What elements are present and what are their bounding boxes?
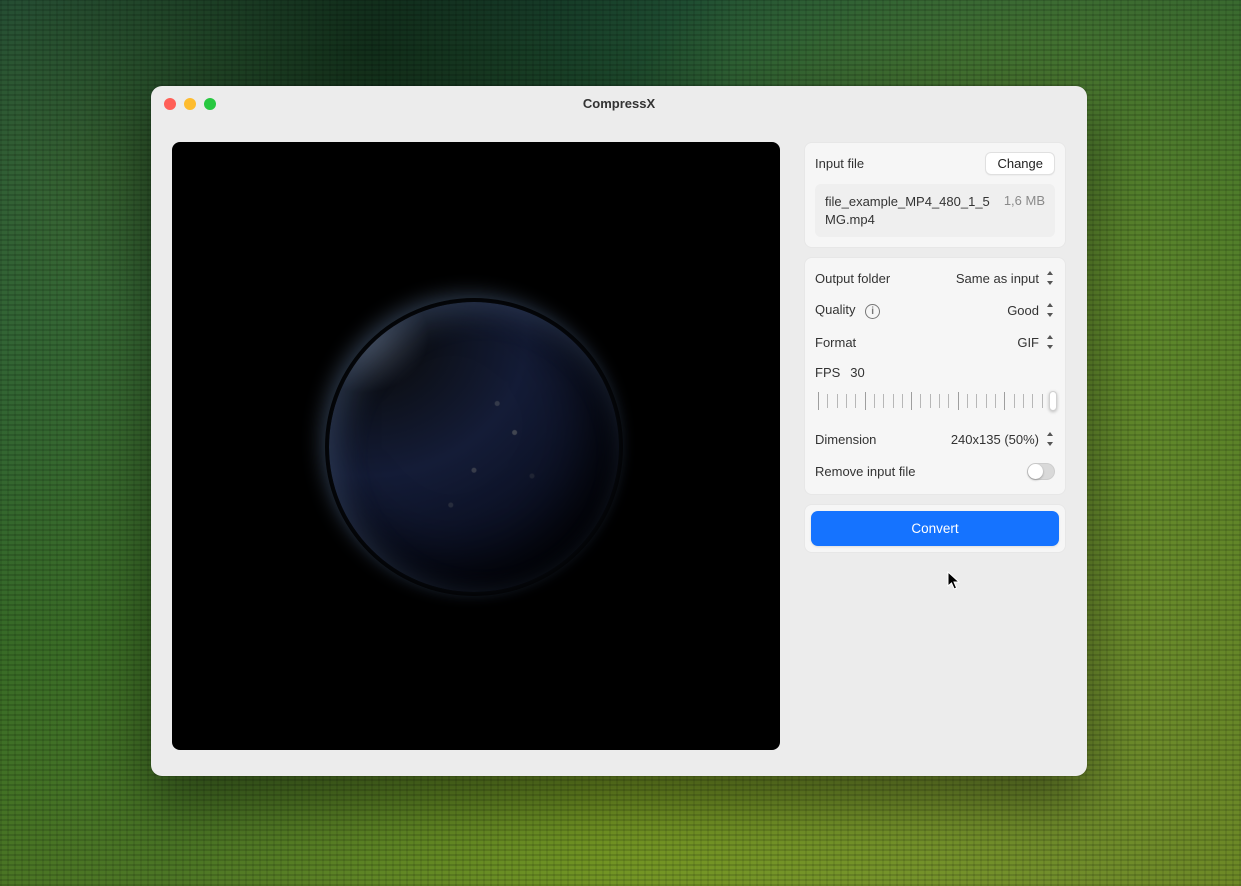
updown-icon <box>1045 335 1055 349</box>
input-file-name: file_example_MP4_480_1_5MG.mp4 <box>825 193 994 228</box>
app-window: CompressX Input file Change file_example… <box>151 86 1087 776</box>
video-preview[interactable] <box>172 142 780 750</box>
output-folder-value: Same as input <box>956 271 1039 286</box>
change-file-button[interactable]: Change <box>985 152 1055 175</box>
format-label: Format <box>815 335 856 350</box>
dimension-label: Dimension <box>815 432 876 447</box>
settings-sidebar: Input file Change file_example_MP4_480_1… <box>804 142 1066 755</box>
remove-input-toggle[interactable] <box>1027 463 1055 480</box>
input-file-size: 1,6 MB <box>1004 193 1045 208</box>
quality-select[interactable]: Good <box>1007 303 1055 318</box>
dimension-select[interactable]: 240x135 (50%) <box>951 432 1055 447</box>
fps-value: 30 <box>850 365 864 380</box>
format-select[interactable]: GIF <box>1017 335 1055 350</box>
input-file-panel: Input file Change file_example_MP4_480_1… <box>804 142 1066 248</box>
preview-image-earth <box>329 302 619 592</box>
convert-panel: Convert <box>804 504 1066 553</box>
window-content: Input file Change file_example_MP4_480_1… <box>151 121 1087 776</box>
updown-icon <box>1045 432 1055 446</box>
input-file-info: file_example_MP4_480_1_5MG.mp4 1,6 MB <box>815 184 1055 237</box>
remove-input-label: Remove input file <box>815 464 915 479</box>
convert-button[interactable]: Convert <box>811 511 1059 546</box>
toggle-knob <box>1028 464 1043 479</box>
input-file-label: Input file <box>815 156 864 171</box>
minimize-window-button[interactable] <box>184 98 196 110</box>
updown-icon <box>1045 271 1055 285</box>
info-icon[interactable]: i <box>865 304 880 319</box>
output-folder-label: Output folder <box>815 271 890 286</box>
output-folder-select[interactable]: Same as input <box>956 271 1055 286</box>
updown-icon <box>1045 303 1055 317</box>
fps-slider[interactable] <box>815 390 1055 412</box>
window-title: CompressX <box>151 96 1087 111</box>
quality-value: Good <box>1007 303 1039 318</box>
window-controls <box>164 98 216 110</box>
titlebar: CompressX <box>151 86 1087 121</box>
dimension-value: 240x135 (50%) <box>951 432 1039 447</box>
maximize-window-button[interactable] <box>204 98 216 110</box>
quality-label: Quality i <box>815 302 880 319</box>
encoding-settings-panel: Output folder Same as input Quality i Go… <box>804 257 1066 495</box>
slider-thumb[interactable] <box>1049 391 1057 411</box>
slider-ticks <box>818 394 1052 408</box>
close-window-button[interactable] <box>164 98 176 110</box>
fps-label: FPS <box>815 365 840 380</box>
format-value: GIF <box>1017 335 1039 350</box>
